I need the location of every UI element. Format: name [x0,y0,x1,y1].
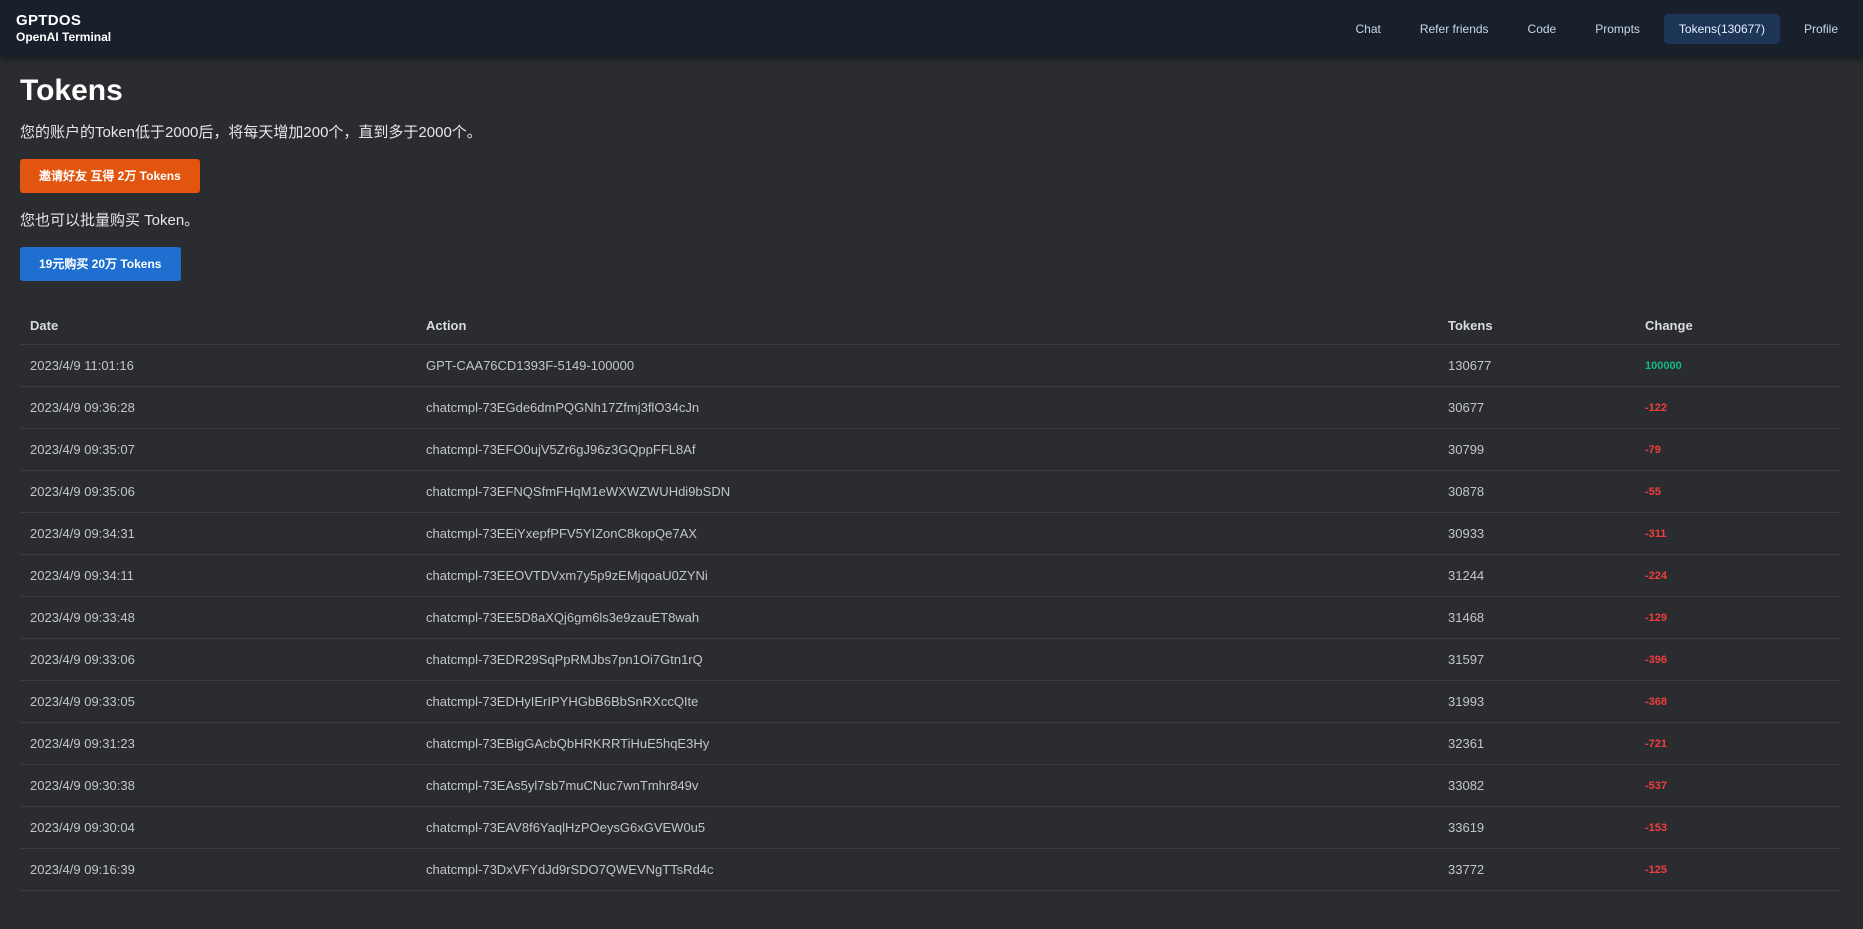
cell-date: 2023/4/9 09:16:39 [20,848,416,891]
cell-action: chatcmpl-73EE5D8aXQj6gm6ls3e9zauET8wah [416,596,1438,639]
cell-change: -122 [1635,386,1840,429]
table-row: 2023/4/9 09:34:31 chatcmpl-73EEiYxepfPFV5… [20,512,1840,555]
cell-change: -125 [1635,848,1840,891]
token-refill-description: 您的账户的Token低于2000后，将每天增加200个，直到多于2000个。 [20,124,482,141]
brand-name: GPTDOS [16,12,82,29]
table-header-row: Date Action Tokens Change [20,307,1840,345]
nav-code[interactable]: Code [1513,14,1572,44]
nav-tokens[interactable]: Tokens(130677) [1663,14,1780,44]
cell-action: chatcmpl-73EGde6dmPQGNh17Zfmj3flO34cJn [416,386,1438,429]
column-header-date: Date [20,307,416,345]
cell-action: chatcmpl-73EBigGAcbQbHRKRRTiHuE5hqE3Hy [416,722,1438,765]
cell-change: -55 [1635,470,1840,513]
table-row: 2023/4/9 09:33:48 chatcmpl-73EE5D8aXQj6gm… [20,596,1840,639]
nav-refer-friends[interactable]: Refer friends [1405,14,1504,44]
invite-friends-button[interactable]: 邀请好友 互得 2万 Tokens [20,159,200,193]
cell-tokens: 33619 [1438,806,1635,849]
page-content: Tokens 您的账户的Token低于2000后，将每天增加200个，直到多于2… [20,57,1840,891]
cell-change: -79 [1635,428,1840,471]
table-row: 2023/4/9 09:34:11 chatcmpl-73EEOVTDVxm7y5… [20,554,1840,597]
nav-chat[interactable]: Chat [1340,14,1395,44]
cell-tokens: 130677 [1438,344,1635,387]
brand-logo[interactable]: GPTDOS OpenAI Terminal [16,12,111,45]
cell-action: chatcmpl-73EDR29SqPpRMJbs7pn1Oi7Gtn1rQ [416,638,1438,681]
top-navbar: GPTDOS OpenAI Terminal Chat Refer friend… [0,0,1863,57]
cell-tokens: 30799 [1438,428,1635,471]
page-title: Tokens [20,74,123,107]
nav-profile[interactable]: Profile [1789,14,1853,44]
cell-date: 2023/4/9 09:36:28 [20,386,416,429]
cell-date: 2023/4/9 09:34:31 [20,512,416,555]
table-row: 2023/4/9 09:33:05 chatcmpl-73EDHyIErIPYHG… [20,680,1840,723]
cell-change: -721 [1635,722,1840,765]
cell-change: -368 [1635,680,1840,723]
cell-date: 2023/4/9 09:35:07 [20,428,416,471]
table-row: 2023/4/9 09:36:28 chatcmpl-73EGde6dmPQGNh… [20,386,1840,429]
buy-tokens-button[interactable]: 19元购买 20万 Tokens [20,247,181,281]
cell-date: 2023/4/9 09:30:04 [20,806,416,849]
cell-tokens: 33082 [1438,764,1635,807]
cell-date: 2023/4/9 09:33:48 [20,596,416,639]
column-header-change: Change [1635,307,1840,345]
column-header-action: Action [416,307,1438,345]
cell-action: chatcmpl-73EAV8f6YaqlHzPOeysG6xGVEW0u5 [416,806,1438,849]
cell-change: -396 [1635,638,1840,681]
cell-tokens: 33772 [1438,848,1635,891]
cell-tokens: 31244 [1438,554,1635,597]
cell-tokens: 30878 [1438,470,1635,513]
cell-tokens: 31993 [1438,680,1635,723]
main-nav: Chat Refer friends Code Prompts Tokens(1… [1331,14,1853,44]
cell-date: 2023/4/9 09:34:11 [20,554,416,597]
cell-action: GPT-CAA76CD1393F-5149-100000 [416,344,1438,387]
table-body: 2023/4/9 11:01:16 GPT-CAA76CD1393F-5149-1… [20,344,1840,891]
table-row: 2023/4/9 11:01:16 GPT-CAA76CD1393F-5149-1… [20,344,1840,387]
table-row: 2023/4/9 09:30:38 chatcmpl-73EAs5yl7sb7mu… [20,764,1840,807]
table-row: 2023/4/9 09:31:23 chatcmpl-73EBigGAcbQbHR… [20,722,1840,765]
cell-action: chatcmpl-73DxVFYdJd9rSDO7QWEVNgTTsRd4c [416,848,1438,891]
cell-date: 2023/4/9 11:01:16 [20,344,416,387]
cell-tokens: 30677 [1438,386,1635,429]
nav-prompts[interactable]: Prompts [1580,14,1655,44]
table-row: 2023/4/9 09:33:06 chatcmpl-73EDR29SqPpRMJ… [20,638,1840,681]
brand-subtitle: OpenAI Terminal [16,30,112,44]
cell-action: chatcmpl-73EFNQSfmFHqM1eWXWZWUHdi9bSDN [416,470,1438,513]
cell-tokens: 32361 [1438,722,1635,765]
cell-change: -129 [1635,596,1840,639]
cell-date: 2023/4/9 09:33:05 [20,680,416,723]
cell-change: -153 [1635,806,1840,849]
table-row: 2023/4/9 09:35:07 chatcmpl-73EFO0ujV5Zr6g… [20,428,1840,471]
table-row: 2023/4/9 09:16:39 chatcmpl-73DxVFYdJd9rSD… [20,848,1840,891]
table-row: 2023/4/9 09:35:06 chatcmpl-73EFNQSfmFHqM1… [20,470,1840,513]
cell-tokens: 31597 [1438,638,1635,681]
cell-date: 2023/4/9 09:30:38 [20,764,416,807]
bulk-buy-description: 您也可以批量购买 Token。 [20,212,200,229]
cell-date: 2023/4/9 09:35:06 [20,470,416,513]
table-row: 2023/4/9 09:30:04 chatcmpl-73EAV8f6YaqlHz… [20,806,1840,849]
cell-tokens: 31468 [1438,596,1635,639]
cell-tokens: 30933 [1438,512,1635,555]
cell-date: 2023/4/9 09:33:06 [20,638,416,681]
cell-action: chatcmpl-73EAs5yl7sb7muCNuc7wnTmhr849v [416,764,1438,807]
cell-change: -224 [1635,554,1840,597]
cell-action: chatcmpl-73EEiYxepfPFV5YIZonC8kopQe7AX [416,512,1438,555]
cell-action: chatcmpl-73EFO0ujV5Zr6gJ96z3GQppFFL8Af [416,428,1438,471]
cell-change: -537 [1635,764,1840,807]
column-header-tokens: Tokens [1438,307,1635,345]
cell-change: -311 [1635,512,1840,555]
token-history-table: Date Action Tokens Change 2023/4/9 11:01… [20,307,1840,891]
cell-action: chatcmpl-73EDHyIErIPYHGbB6BbSnRXccQIte [416,680,1438,723]
cell-action: chatcmpl-73EEOVTDVxm7y5p9zEMjqoaU0ZYNi [416,554,1438,597]
cell-date: 2023/4/9 09:31:23 [20,722,416,765]
cell-change: 100000 [1635,344,1840,387]
